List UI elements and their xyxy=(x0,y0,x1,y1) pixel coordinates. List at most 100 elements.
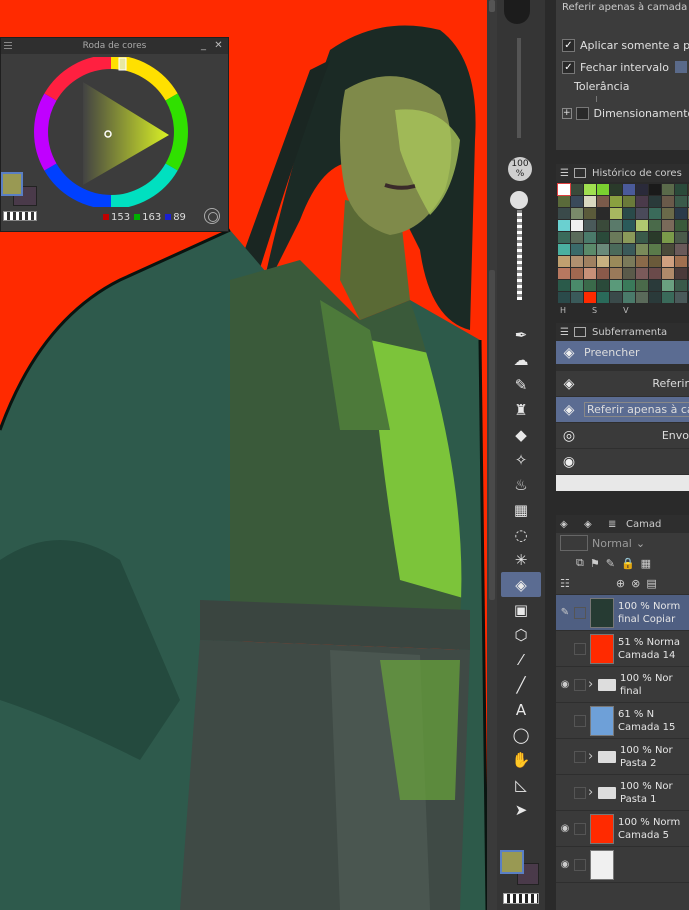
color-history-swatch[interactable] xyxy=(623,232,635,243)
object-select-icon[interactable]: ➤ xyxy=(501,797,541,822)
color-history-swatch[interactable] xyxy=(610,280,622,291)
color-history-swatch[interactable] xyxy=(610,220,622,231)
color-history-swatch[interactable] xyxy=(662,268,674,279)
color-history-swatch[interactable] xyxy=(558,292,570,303)
color-history-swatch[interactable] xyxy=(675,280,687,291)
lasso-icon[interactable]: ◌ xyxy=(501,522,541,547)
color-history-swatch[interactable] xyxy=(675,244,687,255)
expand-chevron-icon[interactable]: › xyxy=(588,785,598,800)
airbrush-icon[interactable]: ♜ xyxy=(501,397,541,422)
color-history-swatch[interactable] xyxy=(597,280,609,291)
expand-plus-icon[interactable]: + xyxy=(562,107,572,119)
checkbox-checked-icon[interactable]: ✓ xyxy=(562,60,575,74)
color-history-swatch[interactable] xyxy=(597,244,609,255)
layer-search-tab-icon[interactable]: ◈ xyxy=(584,519,608,530)
color-history-swatch[interactable] xyxy=(636,184,648,195)
minimize-icon[interactable]: _ xyxy=(197,39,210,52)
color-history-swatch[interactable] xyxy=(571,244,583,255)
color-history-swatch[interactable] xyxy=(610,256,622,267)
chevron-down-icon[interactable]: ⌄ xyxy=(636,537,645,550)
subtool-item-paint-unpainted[interactable]: ◉ xyxy=(556,449,689,475)
color-history-swatch[interactable] xyxy=(623,196,635,207)
subtool-group-fill[interactable]: ◈ Preencher xyxy=(556,341,689,365)
new-vector-icon[interactable]: ⊗ xyxy=(631,577,640,590)
close-gap-option[interactable]: ✓ Fechar intervalo xyxy=(556,56,689,78)
brush-size-slider[interactable] xyxy=(517,38,521,138)
color-history-swatch[interactable] xyxy=(636,232,648,243)
color-history-swatch[interactable] xyxy=(662,292,674,303)
layer-tab-label[interactable]: Camad xyxy=(626,519,661,530)
pen-tool-icon[interactable]: ✒ xyxy=(501,322,541,347)
wheel-mode-icon[interactable] xyxy=(204,208,220,224)
color-history-swatch[interactable] xyxy=(571,232,583,243)
color-history-swatch[interactable] xyxy=(610,232,622,243)
color-history-swatch[interactable] xyxy=(675,196,687,207)
reference-icon[interactable]: ⚑ xyxy=(590,557,600,570)
color-history-swatch[interactable] xyxy=(636,280,648,291)
cloud-brush-icon[interactable]: ☁ xyxy=(501,347,541,372)
color-history-swatch[interactable] xyxy=(584,292,596,303)
color-history-swatch[interactable] xyxy=(610,244,622,255)
color-history-swatch[interactable] xyxy=(623,280,635,291)
color-history-swatch[interactable] xyxy=(597,184,609,195)
color-history-swatch[interactable] xyxy=(636,268,648,279)
color-history-swatch[interactable] xyxy=(584,232,596,243)
blend-drops-icon[interactable]: ♨ xyxy=(501,472,541,497)
color-history-swatch[interactable] xyxy=(662,196,674,207)
color-history-swatch[interactable] xyxy=(571,220,583,231)
hand-icon[interactable]: ✋ xyxy=(501,747,541,772)
layer-row[interactable]: ✎ 100 % Norm final Copiar xyxy=(556,595,689,631)
current-transparent-color[interactable] xyxy=(503,893,539,904)
sparkle-icon[interactable]: ✧ xyxy=(501,447,541,472)
color-history-swatch[interactable] xyxy=(597,208,609,219)
eye-hidden-icon[interactable]: ✎ xyxy=(556,607,574,618)
eye-visible-icon[interactable]: ◉ xyxy=(556,679,574,690)
color-history-swatch[interactable] xyxy=(662,220,674,231)
layer-row[interactable]: ◉ 100 % Norm Camada 5 xyxy=(556,811,689,847)
fill-bucket-icon[interactable]: ◈ xyxy=(501,572,541,597)
menu-lines-icon[interactable]: ☰ xyxy=(560,327,574,338)
color-history-swatch[interactable] xyxy=(675,184,687,195)
line-tool-icon[interactable]: ╱ xyxy=(501,672,541,697)
color-history-swatch[interactable] xyxy=(636,208,648,219)
subtool-titlebar[interactable]: ☰ Subferramenta xyxy=(556,323,689,341)
eyedropper-icon[interactable]: ⁄ xyxy=(501,647,541,672)
color-history-swatch[interactable] xyxy=(623,256,635,267)
magic-wand-icon[interactable]: ✳ xyxy=(501,547,541,572)
layer-row[interactable]: ◉ xyxy=(556,847,689,883)
color-history-swatch[interactable] xyxy=(662,184,674,195)
color-history-swatch[interactable] xyxy=(636,220,648,231)
color-wheel-titlebar[interactable]: Roda de cores _ ✕ xyxy=(1,38,228,54)
layer-lock-box[interactable] xyxy=(574,714,586,727)
layer-lock-box[interactable] xyxy=(574,750,586,763)
color-history-swatch[interactable] xyxy=(558,280,570,291)
panel-divider[interactable] xyxy=(545,0,556,910)
color-history-swatch[interactable] xyxy=(558,208,570,219)
expand-chevron-icon[interactable]: › xyxy=(588,677,598,692)
apply-only-option[interactable]: ✓ Aplicar somente a pix xyxy=(556,34,689,56)
checkbox-unchecked-icon[interactable] xyxy=(575,106,589,120)
color-history-swatch[interactable] xyxy=(662,244,674,255)
color-history-swatch[interactable] xyxy=(623,268,635,279)
color-history-swatch[interactable] xyxy=(649,280,661,291)
canvas-scrollbar[interactable] xyxy=(487,0,497,910)
grid-transform-icon[interactable]: ▦ xyxy=(501,497,541,522)
color-history-swatch[interactable] xyxy=(675,220,687,231)
layer-row[interactable]: › 100 % Nor Pasta 2 xyxy=(556,739,689,775)
gradient-icon[interactable]: ▣ xyxy=(501,597,541,622)
subtool-item-refer[interactable]: ◈ Referir xyxy=(556,371,689,397)
layer-lock-box[interactable] xyxy=(574,606,586,619)
color-history-swatch[interactable] xyxy=(649,244,661,255)
color-history-swatch[interactable] xyxy=(558,220,570,231)
color-history-swatch[interactable] xyxy=(649,232,661,243)
color-history-swatch[interactable] xyxy=(623,184,635,195)
transparent-color-button[interactable] xyxy=(3,211,37,221)
color-history-swatch[interactable] xyxy=(597,256,609,267)
opacity-slider-track[interactable] xyxy=(517,210,522,300)
layer-lock-box[interactable] xyxy=(574,786,586,799)
lock-icon[interactable]: 🔒 xyxy=(621,557,635,570)
gap-level-icon[interactable] xyxy=(674,61,687,73)
color-history-swatch[interactable] xyxy=(571,196,583,207)
subtool-item-enclose[interactable]: ◎ Envo xyxy=(556,423,689,449)
color-history-swatch[interactable] xyxy=(584,268,596,279)
